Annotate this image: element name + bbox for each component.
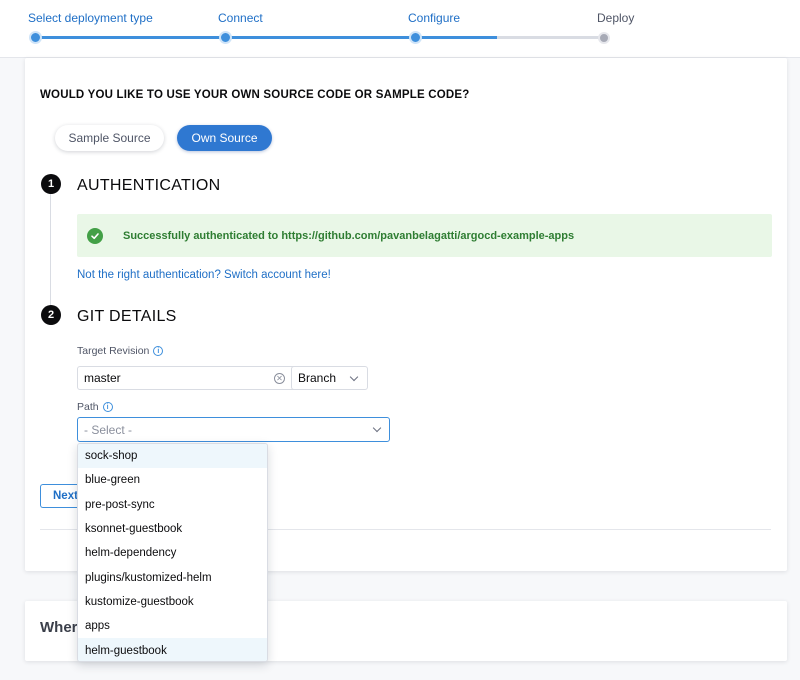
auth-step-number: 1: [41, 174, 61, 194]
target-revision-label: Target Revision i: [77, 345, 164, 357]
step-configure[interactable]: Configure: [408, 11, 460, 25]
step-node-configure: [409, 31, 422, 44]
dropdown-option[interactable]: pre-post-sync: [78, 493, 267, 517]
dropdown-option[interactable]: helm-guestbook: [78, 638, 267, 661]
git-section-title: GIT DETAILS: [77, 308, 177, 325]
step-node-deploy: [598, 32, 610, 44]
step-select-deployment-type[interactable]: Select deployment type: [28, 11, 153, 25]
step-connector-line: [50, 191, 51, 306]
path-dropdown-menu: sock-shop blue-green pre-post-sync ksonn…: [77, 443, 268, 662]
check-circle-icon: [87, 227, 103, 244]
sample-source-button[interactable]: Sample Source: [55, 125, 164, 151]
path-placeholder: - Select -: [84, 422, 133, 437]
dropdown-option[interactable]: kustomize-guestbook: [78, 590, 267, 614]
step-node-select-deployment-type: [29, 31, 42, 44]
target-revision-value: master: [84, 371, 121, 385]
info-icon[interactable]: i: [102, 402, 113, 412]
dropdown-option[interactable]: apps: [78, 614, 267, 638]
switch-account-link[interactable]: Not the right authentication? Switch acc…: [77, 269, 331, 281]
git-step-number: 2: [41, 305, 61, 325]
auth-section-title: AUTHENTICATION: [77, 177, 221, 194]
dropdown-option[interactable]: plugins/kustomized-helm: [78, 565, 267, 589]
path-select[interactable]: - Select -: [77, 417, 390, 442]
info-icon[interactable]: i: [153, 346, 164, 356]
chevron-down-icon[interactable]: [372, 423, 382, 433]
dropdown-option[interactable]: helm-dependency: [78, 541, 267, 565]
auth-success-banner: Successfully authenticated to https://gi…: [77, 214, 772, 257]
chevron-down-icon[interactable]: [349, 372, 359, 381]
dropdown-option[interactable]: sock-shop: [78, 444, 267, 469]
own-source-button[interactable]: Own Source: [177, 125, 272, 151]
path-label: Path i: [77, 401, 113, 413]
wizard-stepper: Select deployment type Connect Configure…: [0, 0, 800, 58]
step-connect[interactable]: Connect: [218, 11, 263, 25]
clear-icon[interactable]: ✕: [274, 372, 285, 384]
dropdown-option[interactable]: ksonnet-guestbook: [78, 517, 267, 541]
target-revision-label-text: Target Revision: [77, 345, 150, 357]
dropdown-option[interactable]: blue-green: [78, 468, 267, 492]
revision-type-value: Branch: [298, 371, 337, 385]
auth-success-text: Successfully authenticated to https://gi…: [123, 229, 575, 242]
step-deploy: Deploy: [597, 11, 635, 25]
stepper-progress-fill: [36, 36, 497, 39]
path-label-text: Path: [77, 401, 99, 413]
target-revision-input[interactable]: master ✕: [77, 366, 311, 390]
step-node-connect: [219, 31, 232, 44]
source-question: WOULD YOU LIKE TO USE YOUR OWN SOURCE CO…: [40, 89, 470, 101]
revision-type-select[interactable]: Branch: [291, 366, 368, 390]
next-button[interactable]: Next: [40, 484, 80, 508]
